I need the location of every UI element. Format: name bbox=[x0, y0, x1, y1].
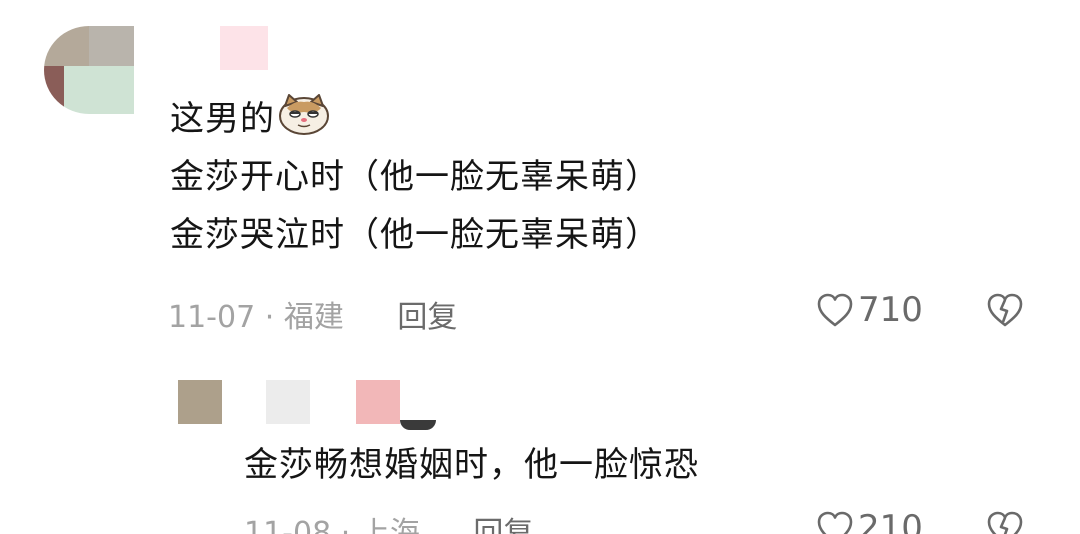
comment-meta: 11-07 · 福建 回复 bbox=[168, 292, 457, 336]
like-button[interactable]: 210 bbox=[816, 508, 923, 534]
username-mosaic[interactable] bbox=[356, 380, 400, 424]
comment-meta: 11-08 · 上海 回复 bbox=[244, 508, 533, 534]
broken-heart-icon[interactable] bbox=[986, 292, 1024, 328]
like-button[interactable]: 710 bbox=[816, 290, 923, 330]
meta-separator: · bbox=[340, 516, 351, 534]
heart-icon bbox=[817, 511, 853, 534]
cat-face-emoji bbox=[279, 94, 329, 135]
reply-button[interactable]: 回复 bbox=[397, 300, 457, 335]
comment-line: 这男的 bbox=[170, 99, 275, 139]
like-count: 710 bbox=[858, 290, 923, 330]
heart-icon bbox=[817, 293, 853, 327]
comment-line: 金莎畅想婚姻时，他一脸惊恐 bbox=[244, 445, 699, 485]
meta-separator: · bbox=[264, 300, 275, 335]
reply-button[interactable]: 回复 bbox=[473, 516, 533, 534]
username-mosaic[interactable] bbox=[220, 26, 268, 70]
comment-location: 上海 bbox=[359, 516, 420, 534]
avatar[interactable] bbox=[44, 26, 134, 114]
broken-heart-icon[interactable] bbox=[986, 510, 1024, 534]
like-count: 210 bbox=[858, 508, 923, 534]
comment-thread: 这男的 金莎开心时（他一脸无辜呆萌） 金莎哭泣时（他一脸无辜呆萌） 11-07 … bbox=[0, 0, 1080, 534]
comment-text: 金莎畅想婚姻时，他一脸惊恐 bbox=[244, 436, 699, 494]
comment-line: 金莎开心时（他一脸无辜呆萌） bbox=[170, 157, 660, 197]
comment-line: 金莎哭泣时（他一脸无辜呆萌） bbox=[170, 215, 660, 255]
avatar[interactable] bbox=[178, 380, 222, 424]
comment-text: 这男的 金莎开心时（他一脸无辜呆萌） 金莎哭泣时（他一脸无辜呆萌） bbox=[170, 90, 660, 264]
username-edge bbox=[400, 420, 436, 430]
comment-date: 11-07 bbox=[168, 300, 256, 335]
username-mosaic[interactable] bbox=[266, 380, 310, 424]
comment-location: 福建 bbox=[283, 300, 344, 335]
comment-date: 11-08 bbox=[244, 516, 332, 534]
